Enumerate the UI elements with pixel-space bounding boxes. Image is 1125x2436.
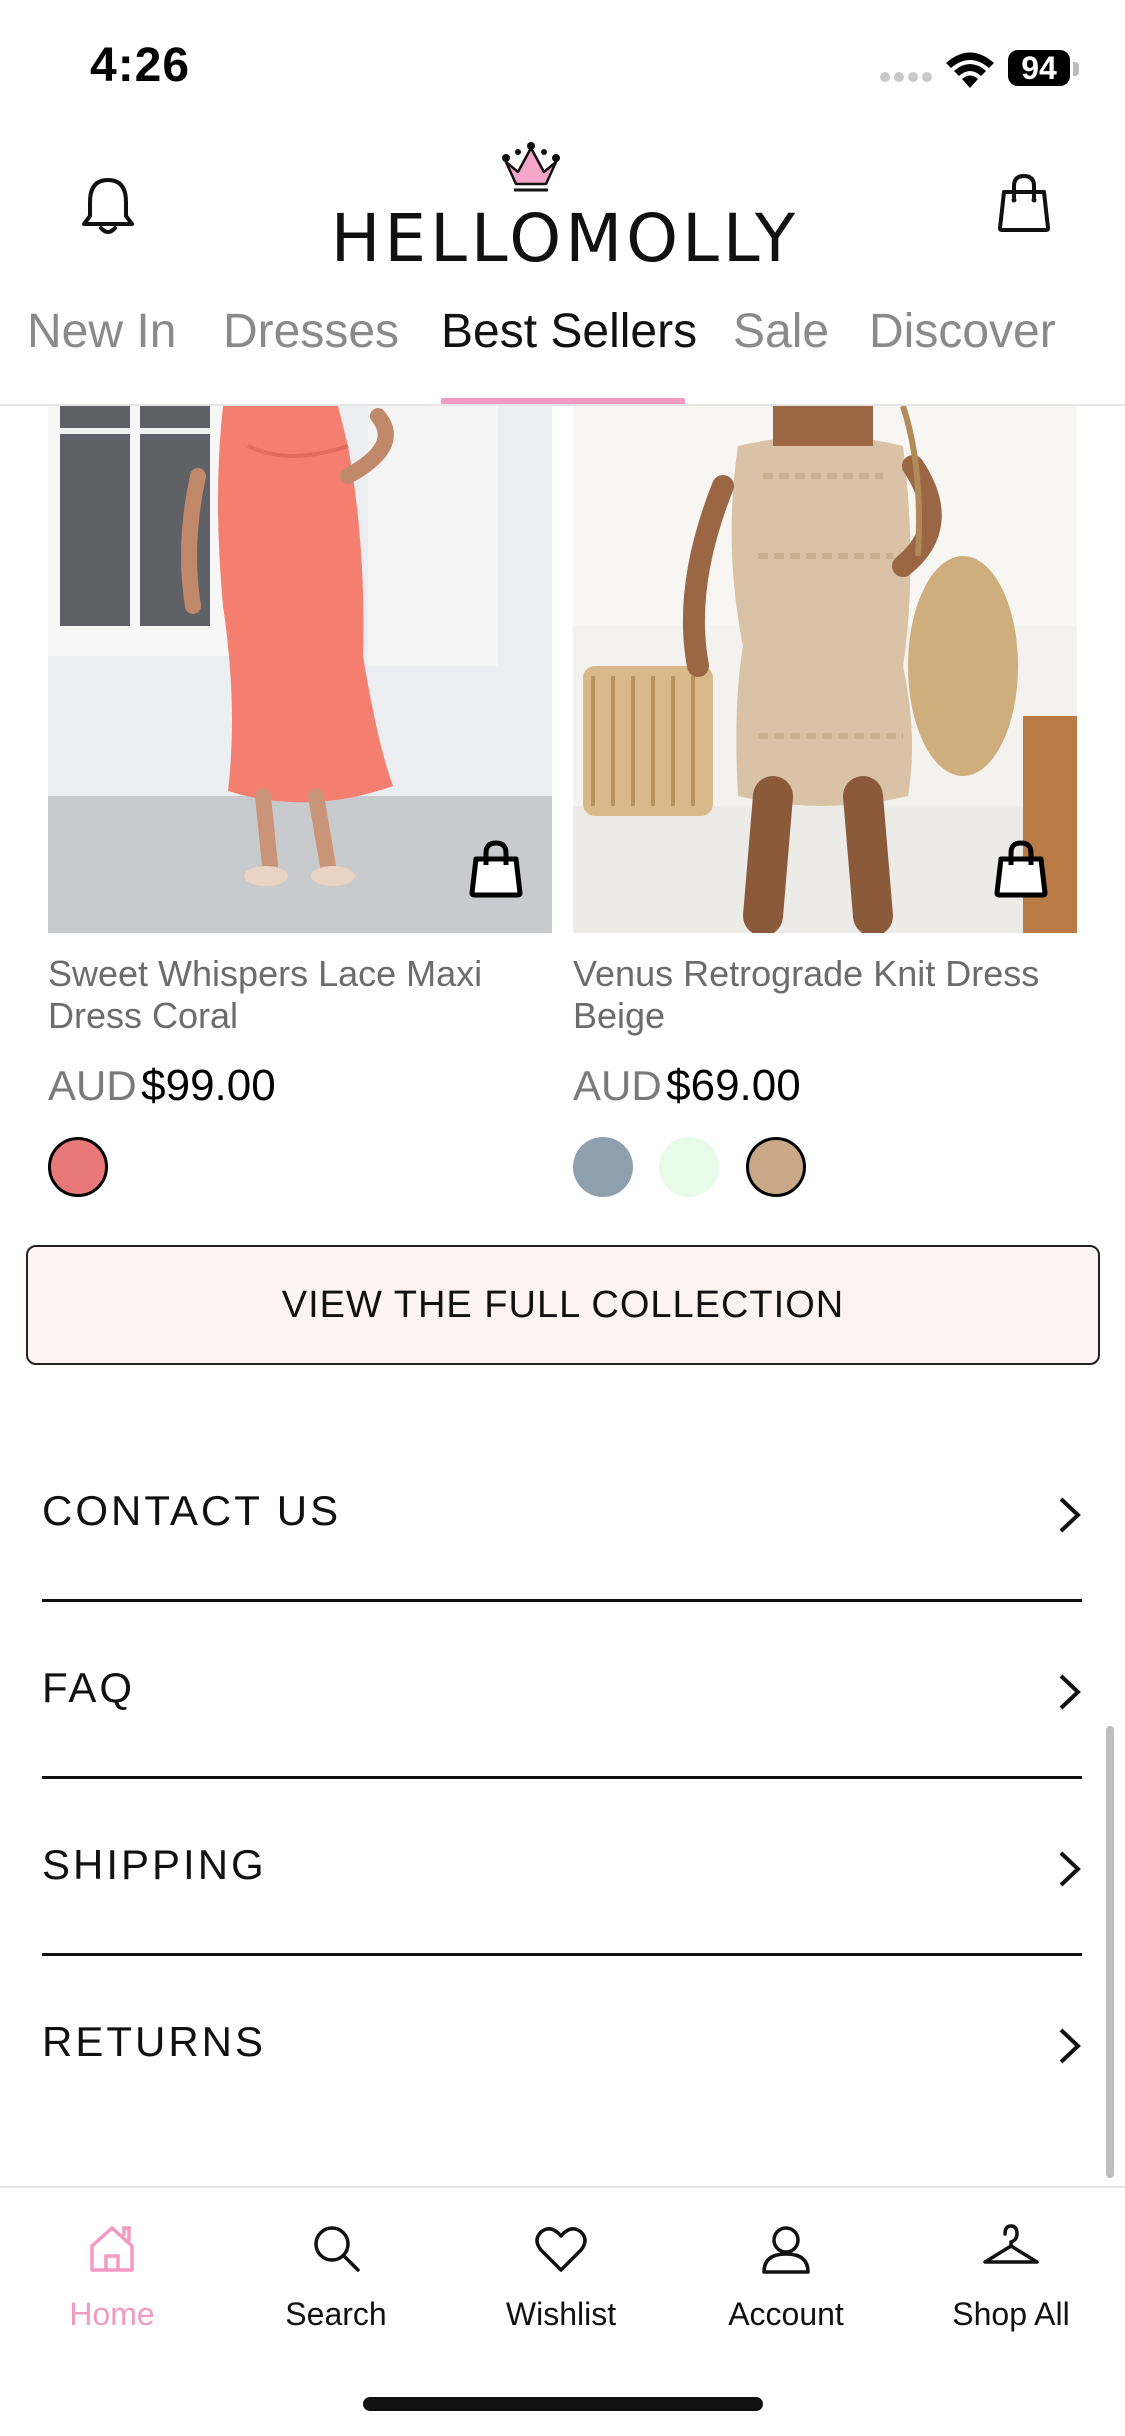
logo-text: HELLOMOLLY <box>330 200 800 277</box>
color-swatch-coral[interactable] <box>48 1137 108 1197</box>
color-swatches <box>573 1137 1077 1201</box>
battery-indicator: 94 <box>1008 50 1070 86</box>
scrollbar[interactable] <box>1106 1726 1114 2178</box>
tab-sale[interactable]: Sale <box>733 304 829 359</box>
chevron-right-icon <box>1059 2028 1081 2064</box>
status-time: 4:26 <box>90 39 191 92</box>
product-price: AUD $99.00 <box>48 1061 552 1121</box>
category-tabs: New In Dresses Best Sellers Sale Discove… <box>0 290 1125 406</box>
tab-dresses[interactable]: Dresses <box>223 304 399 359</box>
info-link-label: SHIPPING <box>42 1841 267 1888</box>
info-link-label: CONTACT US <box>42 1487 342 1534</box>
info-link-label: FAQ <box>42 1664 136 1711</box>
color-swatch-blue-grey[interactable] <box>573 1137 633 1197</box>
nav-account[interactable]: Account <box>696 2218 876 2333</box>
chevron-right-icon <box>1059 1674 1081 1710</box>
color-swatches <box>48 1137 552 1201</box>
product-price: AUD $69.00 <box>573 1061 1077 1121</box>
wifi-icon <box>946 52 994 88</box>
nav-home[interactable]: Home <box>22 2218 202 2333</box>
product-image[interactable] <box>48 406 552 933</box>
shopping-bag-icon[interactable] <box>994 170 1054 234</box>
product-card[interactable]: Venus Retrograde Knit Dress Beige AUD $6… <box>573 406 1077 1201</box>
brand-logo[interactable]: HELLOMOLLY <box>330 140 800 277</box>
add-to-bag-icon[interactable] <box>468 839 524 899</box>
info-links: CONTACT US FAQ SHIPPING RETURNS <box>42 1425 1082 2133</box>
active-tab-indicator <box>441 398 685 404</box>
crown-icon <box>502 142 560 192</box>
price-value: $99.00 <box>141 1061 276 1110</box>
nav-wishlist[interactable]: Wishlist <box>471 2218 651 2333</box>
nav-label: Account <box>728 2296 844 2332</box>
price-currency: AUD <box>573 1062 662 1109</box>
heart-icon <box>535 2227 587 2272</box>
info-link-label: RETURNS <box>42 2018 267 2065</box>
battery-cap <box>1073 62 1079 76</box>
user-icon <box>762 2226 810 2274</box>
view-full-collection-button[interactable]: VIEW THE FULL COLLECTION <box>26 1245 1100 1365</box>
contact-us-link[interactable]: CONTACT US <box>42 1425 1082 1602</box>
status-bar: 4:26 94 <box>0 0 1125 130</box>
product-name[interactable]: Sweet Whispers Lace Maxi Dress Coral <box>48 953 552 1041</box>
nav-label: Home <box>69 2296 155 2332</box>
color-swatch-mint[interactable] <box>659 1137 720 1197</box>
nav-label: Shop All <box>952 2296 1070 2332</box>
color-swatch-beige[interactable] <box>745 1137 806 1197</box>
tab-best-sellers[interactable]: Best Sellers <box>441 304 697 359</box>
nav-search[interactable]: Search <box>246 2218 426 2333</box>
hanger-icon <box>983 2224 1039 2264</box>
shipping-link[interactable]: SHIPPING <box>42 1779 1082 1956</box>
chevron-right-icon <box>1059 1497 1081 1533</box>
price-currency: AUD <box>48 1062 137 1109</box>
home-icon <box>90 2226 134 2272</box>
tab-new-in[interactable]: New In <box>27 304 176 359</box>
bell-icon[interactable] <box>78 174 138 238</box>
chevron-right-icon <box>1059 1851 1081 1887</box>
product-image[interactable] <box>573 406 1077 933</box>
home-indicator <box>363 2397 763 2411</box>
faq-link[interactable]: FAQ <box>42 1602 1082 1779</box>
tab-discover[interactable]: Discover <box>869 304 1056 359</box>
product-card[interactable]: Sweet Whispers Lace Maxi Dress Coral AUD… <box>48 406 552 1201</box>
returns-link[interactable]: RETURNS <box>42 1956 1082 2133</box>
add-to-bag-icon[interactable] <box>993 839 1049 899</box>
app-header: HELLOMOLLY <box>0 130 1125 290</box>
nav-label: Search <box>285 2296 387 2332</box>
cellular-signal-icon <box>880 72 934 84</box>
search-icon <box>314 2226 360 2272</box>
price-value: $69.00 <box>666 1061 801 1110</box>
product-name[interactable]: Venus Retrograde Knit Dress Beige <box>573 953 1077 1041</box>
nav-shop-all[interactable]: Shop All <box>921 2218 1101 2333</box>
nav-label: Wishlist <box>505 2296 617 2332</box>
